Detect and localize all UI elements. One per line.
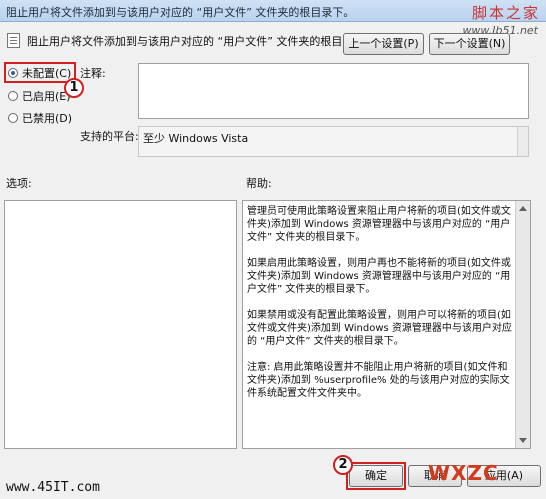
step-badge-2: 2 (333, 455, 353, 475)
radio-circle-checked[interactable] (8, 68, 18, 78)
comment-textarea[interactable] (138, 63, 529, 119)
watermark-jb51: 脚本之家 (471, 4, 540, 22)
radio-not-configured[interactable]: 未配置(C) (8, 65, 71, 81)
title-bar: 阻止用户将文件添加到与该用户对应的 “用户文件” 文件夹的根目录下。 (0, 0, 546, 22)
step-badge-1: 1 (64, 78, 84, 98)
help-paragraph: 管理员可使用此策略设置来阻止用户将新的项目(如文件或文件夹)添加到 Window… (247, 206, 511, 243)
options-panel (4, 200, 237, 449)
supported-platform-value: 至少 Windows Vista (143, 132, 249, 145)
radio-enabled[interactable]: 已启用(E) (8, 88, 71, 104)
watermark-wxzc: WXZC (428, 461, 499, 485)
help-label: 帮助: (246, 177, 272, 190)
help-panel: 管理员可使用此策略设置来阻止用户将新的项目(如文件或文件夹)添加到 Window… (242, 200, 531, 449)
window-title: 阻止用户将文件添加到与该用户对应的 “用户文件” 文件夹的根目录下。 (6, 6, 355, 19)
radio-circle[interactable] (8, 91, 18, 101)
previous-setting-button[interactable]: 上一个设置(P) (343, 33, 424, 55)
policy-setting-icon (7, 33, 20, 48)
radio-label: 未配置(C) (22, 67, 72, 80)
options-label: 选项: (6, 177, 32, 190)
radio-label: 已启用(E) (22, 90, 71, 103)
supported-platform-field: 至少 Windows Vista (138, 126, 529, 157)
scroll-up-arrow-icon[interactable] (519, 206, 527, 211)
radio-label: 已禁用(D) (22, 112, 73, 125)
radio-circle[interactable] (8, 113, 18, 123)
supported-platform-label: 支持的平台: (80, 130, 139, 143)
platform-scrollbar[interactable] (517, 127, 528, 156)
ok-button[interactable]: 确定 (349, 465, 403, 487)
next-setting-button[interactable]: 下一个设置(N) (429, 33, 510, 55)
watermark-45it: www.45IT.com (6, 480, 100, 495)
radio-disabled[interactable]: 已禁用(D) (8, 110, 72, 126)
scroll-down-arrow-icon[interactable] (519, 438, 527, 443)
help-paragraph: 如果禁用或没有配置此策略设置，则用户可以将新的项目(如文件或文件夹)添加到 Wi… (247, 310, 512, 347)
policy-heading: 阻止用户将文件添加到与该用户对应的 “用户文件” 文件夹的根目录下。 (27, 35, 376, 48)
comment-label: 注释: (80, 67, 106, 80)
help-paragraph: 注意: 启用此策略设置并不能阻止用户将新的项目(如文件和文件夹)添加到 %use… (247, 362, 510, 399)
help-scrollbar[interactable] (515, 201, 530, 448)
help-text: 管理员可使用此策略设置来阻止用户将新的项目(如文件或文件夹)添加到 Window… (247, 205, 512, 413)
help-paragraph: 如果启用此策略设置，则用户再也不能将新的项目(如文件或文件夹)添加到 Windo… (247, 258, 511, 295)
